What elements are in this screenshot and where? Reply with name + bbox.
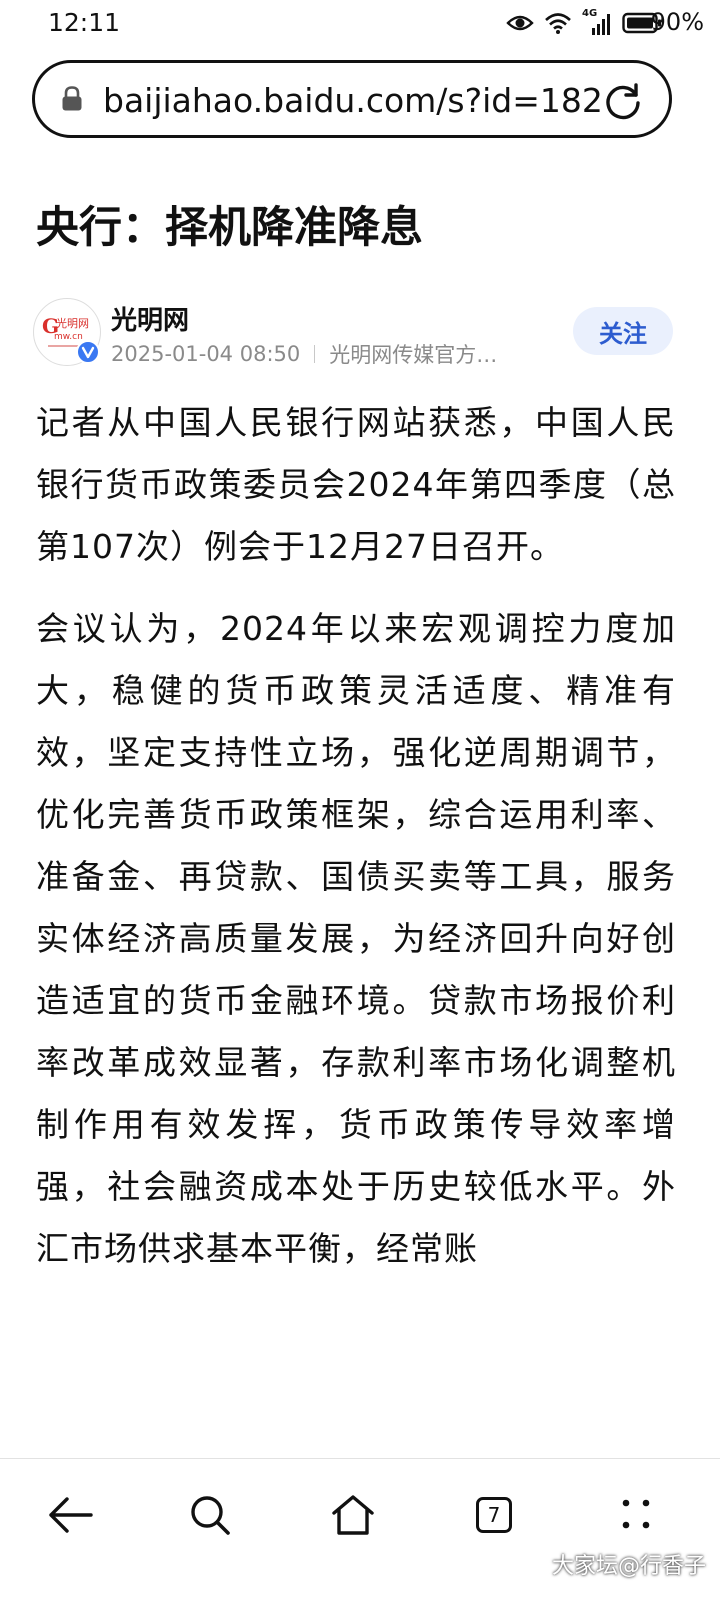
author-meta: 2025-01-04 08:50 光明网传媒官方… [111,339,497,369]
status-time: 12:11 [48,8,121,37]
tab-count: 7 [476,1497,512,1533]
article-paragraph-2: 会议认为，2024年以来宏观调控力度加大，稳健的货币政策灵活适度、精准有效，坚定… [36,609,676,1268]
status-bar: 12:11 4G 90% [0,0,720,48]
eye-icon [506,15,534,31]
reload-icon[interactable] [603,81,643,121]
battery-percentage: 90% [650,8,704,36]
meta-divider [314,345,316,363]
article-body: 记者从中国人民银行网站获悉，中国人民银行货币政策委员会2024年第四季度（总第1… [36,392,676,1300]
url-bar[interactable]: baijiahao.baidu.com/s?id=182 [32,60,672,138]
author-name[interactable]: 光明网 [111,300,189,337]
menu-button[interactable] [608,1487,664,1543]
publish-date: 2025-01-04 08:50 [111,342,301,366]
search-icon [191,1496,230,1535]
home-button[interactable] [325,1487,381,1543]
article-title: 央行：择机降准降息 [36,203,423,253]
signal-indicator: 4G [582,8,612,35]
status-icons: 4G [506,8,662,36]
article-paragraph-1: 记者从中国人民银行网站获悉，中国人民银行货币政策委员会2024年第四季度（总第1… [36,403,676,566]
author-description: 光明网传媒官方… [329,343,498,367]
search-button[interactable] [182,1487,238,1543]
verified-badge-icon [76,340,100,364]
follow-button[interactable]: 关注 [573,307,673,355]
back-button[interactable] [42,1487,98,1543]
back-arrow-icon [49,1497,93,1533]
cell-signal-icon [592,14,610,35]
svg-text:光明网: 光明网 [56,316,89,330]
lock-icon [62,86,82,111]
wifi-icon [545,13,571,34]
tabs-button[interactable]: 7 [466,1487,522,1543]
home-icon [332,1495,374,1535]
url-text[interactable]: baijiahao.baidu.com/s?id=182 [103,79,615,123]
watermark: 大家坛@行香子 [551,1554,706,1579]
more-dots-icon [622,1499,650,1529]
